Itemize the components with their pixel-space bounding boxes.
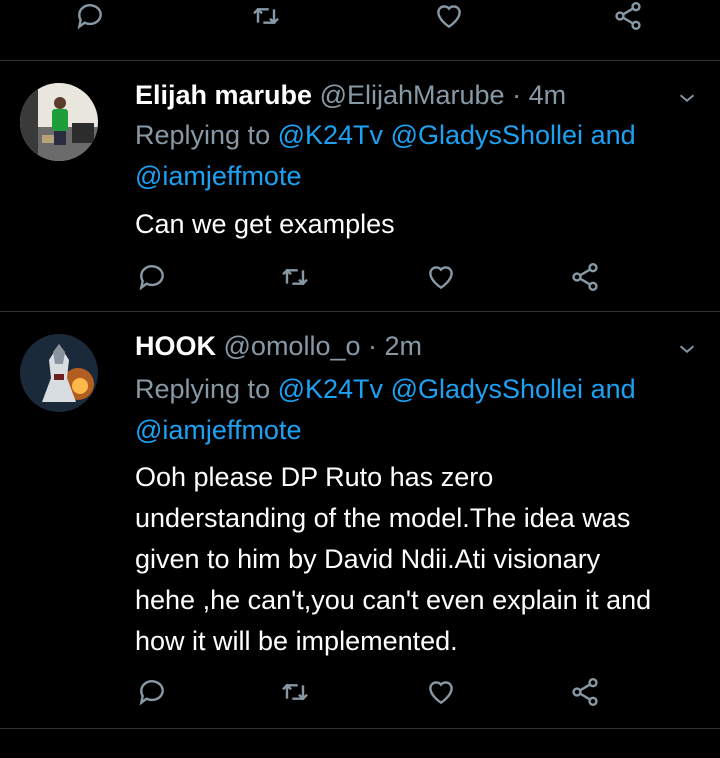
mention-and: and [583,374,636,404]
mention-gladysshollei[interactable]: @GladysShollei [391,374,584,404]
display-name[interactable]: Elijah marube [135,80,312,110]
tweet-text: Ooh please DP Ruto has zero understandin… [135,462,652,656]
share-icon[interactable] [612,0,644,32]
mention-iamjeffmote[interactable]: @iamjeffmote [135,415,301,445]
reply-icon[interactable] [136,261,168,293]
replying-to: Replying to @K24Tv @GladysShollei and @ia… [135,115,702,197]
tweet-elijah[interactable]: Elijah marube @ElijahMarube · 4m Replyin… [0,61,720,311]
like-icon[interactable] [425,676,457,708]
tweet-actions [0,261,720,301]
tweet-header: Elijah marube @ElijahMarube · 4m [135,78,700,112]
avatar[interactable] [20,334,98,412]
retweet-icon[interactable] [250,0,282,32]
divider [0,728,720,729]
reply-icon[interactable] [136,676,168,708]
mention-and: and [583,120,636,150]
top-actions-row [0,0,720,40]
display-name[interactable]: HOOK [135,331,216,361]
handle[interactable]: @ElijahMarube [320,80,505,110]
retweet-icon[interactable] [279,261,311,293]
tweet-text: Can we get examples [135,209,395,239]
retweet-icon[interactable] [279,676,311,708]
tweet-hook[interactable]: HOOK @omollo_o · 2m Replying to @K24Tv @… [0,312,720,728]
like-icon[interactable] [425,261,457,293]
mention-iamjeffmote[interactable]: @iamjeffmote [135,161,301,191]
replying-prefix: Replying to [135,120,278,150]
tweet-actions [0,676,720,716]
mention-gladysshollei[interactable]: @GladysShollei [391,120,584,150]
replying-to: Replying to @K24Tv @GladysShollei and @ia… [135,369,702,451]
separator: · [360,331,385,361]
like-icon[interactable] [433,0,465,32]
avatar[interactable] [20,83,98,161]
tweet-header: HOOK @omollo_o · 2m [135,329,700,363]
mention-k24tv[interactable]: @K24Tv [278,374,383,404]
reply-icon[interactable] [74,0,106,32]
mention-k24tv[interactable]: @K24Tv [278,120,383,150]
share-icon[interactable] [569,676,601,708]
share-icon[interactable] [569,261,601,293]
timestamp[interactable]: 4m [529,80,567,110]
replying-prefix: Replying to [135,374,278,404]
chevron-down-icon[interactable] [676,87,698,109]
separator: · [504,80,529,110]
timestamp[interactable]: 2m [385,331,423,361]
handle[interactable]: @omollo_o [224,331,361,361]
chevron-down-icon[interactable] [676,338,698,360]
